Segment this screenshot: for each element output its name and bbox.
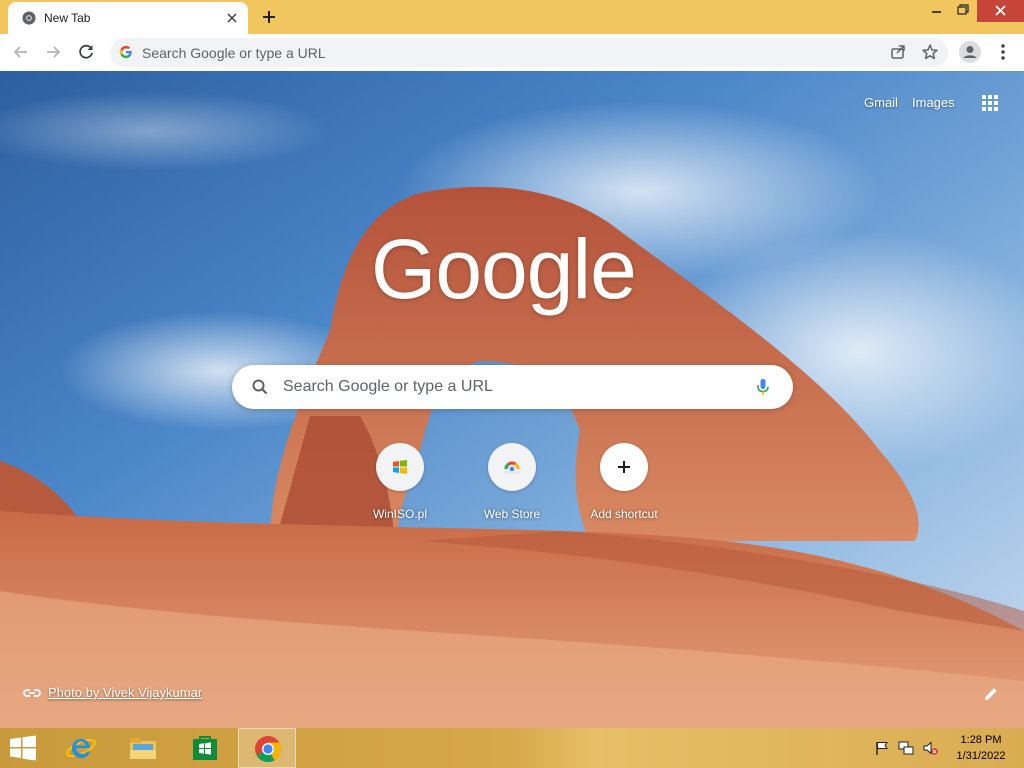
shortcut-icon-circle: [600, 443, 648, 491]
forward-button[interactable]: [42, 41, 64, 63]
taskbar-file-explorer[interactable]: [114, 728, 172, 768]
toolbar: Search Google or type a URL: [0, 34, 1024, 72]
google-apps-grid-icon[interactable]: [980, 93, 1000, 113]
shortcut-add[interactable]: Add shortcut: [568, 441, 680, 527]
taskbar-google-chrome[interactable]: [238, 728, 296, 768]
volume-muted-icon[interactable]: [922, 740, 938, 756]
profile-avatar-icon[interactable]: [958, 40, 982, 64]
store-icon: [193, 736, 217, 760]
google-logo: Google: [371, 222, 637, 316]
taskbar-store[interactable]: [176, 728, 234, 768]
gmail-link[interactable]: Gmail: [864, 95, 898, 110]
pencil-icon[interactable]: [982, 685, 1000, 703]
shortcut-icon-circle: [488, 443, 536, 491]
reload-button[interactable]: [75, 41, 97, 63]
address-bar[interactable]: Search Google or type a URL: [110, 38, 948, 67]
shortcut-icon-circle: [376, 443, 424, 491]
shortcut-label: WinISO.pl: [372, 507, 427, 521]
search-icon: [252, 379, 268, 395]
tab-new-tab[interactable]: New Tab: [8, 2, 248, 34]
search-placeholder: Search Google or type a URL: [283, 378, 493, 395]
taskbar-internet-explorer[interactable]: [52, 728, 110, 768]
address-bar-placeholder: Search Google or type a URL: [142, 45, 326, 61]
link-icon: [23, 689, 41, 697]
internet-explorer-icon: [66, 738, 96, 758]
clock-time: 1:28 PM: [960, 734, 1002, 746]
windows-logo-icon: [393, 460, 407, 474]
restore-button[interactable]: [947, 0, 977, 22]
plus-icon: [618, 461, 630, 473]
windows-start-icon[interactable]: [8, 735, 38, 761]
ntp-search-box[interactable]: Search Google or type a URL: [232, 365, 793, 409]
bookmark-star-icon[interactable]: [920, 42, 940, 62]
new-tab-button[interactable]: [258, 6, 280, 28]
clock-date: 1/31/2022: [956, 750, 1006, 762]
shortcut-label: Web Store: [483, 507, 541, 521]
close-window-button[interactable]: [977, 0, 1024, 22]
shortcut-label: Add shortcut: [590, 507, 658, 521]
chrome-icon: [255, 736, 282, 763]
tab-title: New Tab: [44, 11, 91, 25]
menu-kebab-icon[interactable]: [992, 41, 1014, 63]
microphone-icon[interactable]: [752, 376, 774, 398]
system-clock[interactable]: 1:28 PM 1/31/2022: [946, 732, 1016, 764]
web-store-icon: [504, 461, 520, 474]
google-g-icon: [119, 45, 132, 59]
close-tab-icon[interactable]: [222, 8, 242, 28]
attribution-text[interactable]: Photo by Vivek Vijaykumar: [48, 685, 202, 700]
shortcut-winiso[interactable]: WinISO.pl: [344, 441, 456, 527]
shortcut-web-store[interactable]: Web Store: [456, 441, 568, 527]
new-tab-page: Gmail Images Google Search Google or typ…: [0, 71, 1024, 728]
images-link[interactable]: Images: [912, 95, 955, 110]
network-icon[interactable]: [898, 740, 914, 756]
title-bar: New Tab: [0, 0, 1024, 34]
back-button[interactable]: [10, 41, 32, 63]
taskbar: 1:28 PM 1/31/2022: [0, 728, 1024, 768]
share-icon[interactable]: [888, 42, 908, 62]
file-explorer-icon: [130, 738, 156, 759]
action-center-flag-icon[interactable]: [874, 740, 890, 756]
chrome-icon: [22, 11, 36, 25]
